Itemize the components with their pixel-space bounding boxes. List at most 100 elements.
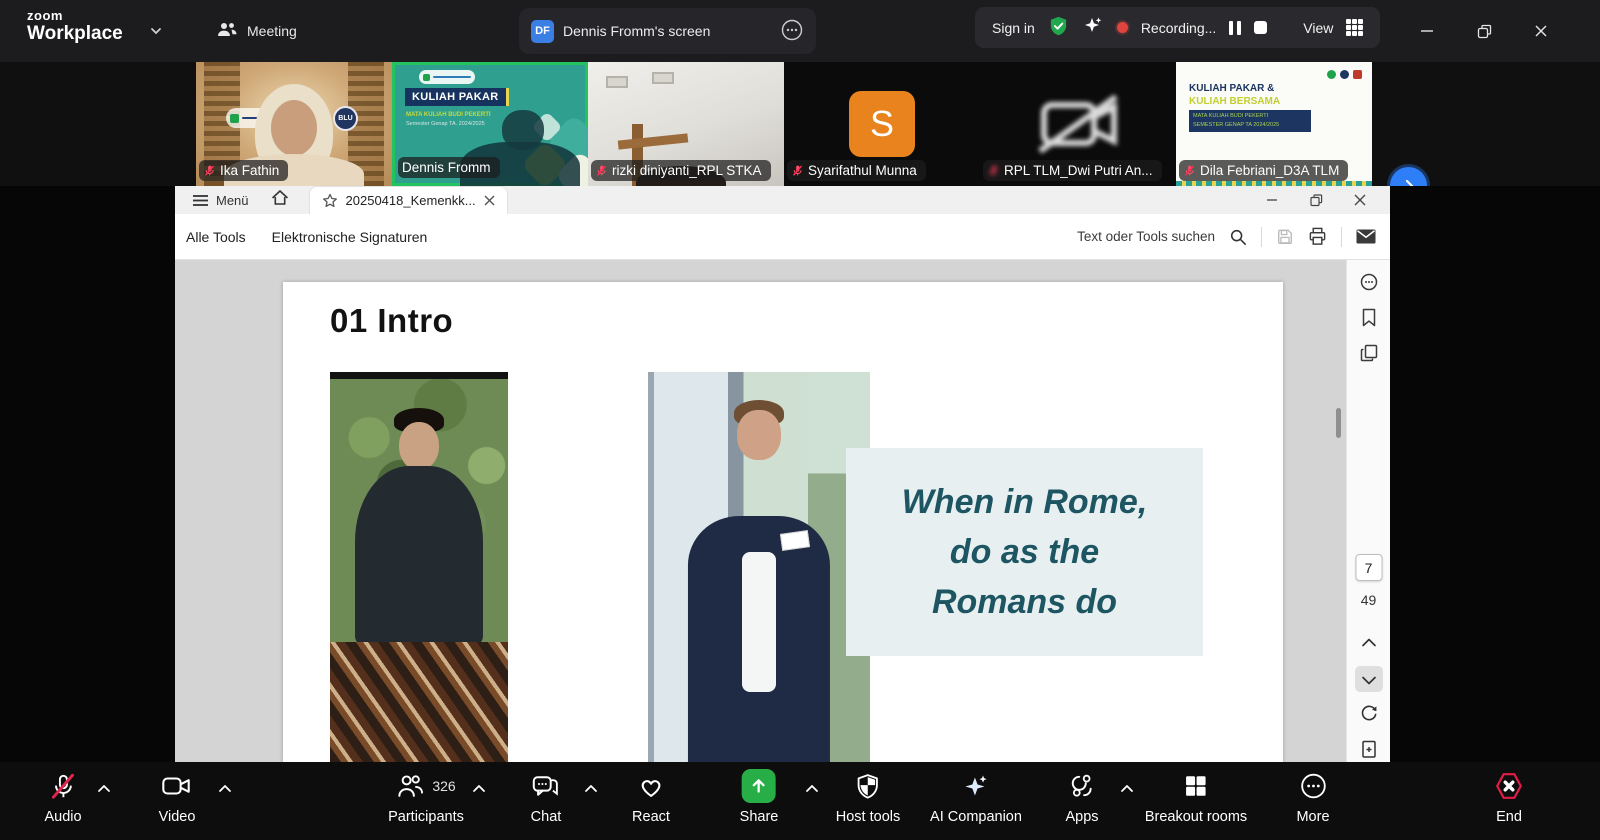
chat-icon bbox=[532, 773, 560, 799]
pdf-close-button[interactable] bbox=[1338, 186, 1382, 214]
next-page-chevron-down-icon[interactable] bbox=[1361, 672, 1376, 690]
window-minimize-button[interactable] bbox=[1405, 13, 1449, 49]
workspace-chevron-down-icon[interactable] bbox=[148, 23, 164, 44]
page-number-input[interactable]: 7 bbox=[1355, 554, 1382, 581]
pdf-restore-button[interactable] bbox=[1294, 186, 1338, 214]
stop-recording-button[interactable] bbox=[1254, 21, 1267, 34]
breakout-rooms-label: Breakout rooms bbox=[1145, 809, 1247, 825]
participant-name-tag: RPL TLM_Dwi Putri An... bbox=[983, 160, 1162, 181]
tab-meeting[interactable]: Meeting bbox=[204, 9, 309, 53]
participant-tile-rizki[interactable]: rizki diniyanti_RPL STKA bbox=[588, 62, 784, 186]
logo-zoom: zoom bbox=[27, 9, 123, 22]
rotate-refresh-icon[interactable] bbox=[1359, 704, 1378, 728]
app-titlebar: zoom Workplace Meeting DF Dennis Fromm's… bbox=[0, 0, 1600, 62]
end-meeting-button[interactable]: End bbox=[1494, 770, 1524, 825]
pdf-menu-button[interactable]: Menü bbox=[192, 193, 249, 208]
apps-options-caret[interactable] bbox=[1120, 780, 1134, 798]
overlay-subtitle2: Semester Genap TA. 2024/2025 bbox=[406, 121, 485, 127]
email-icon[interactable] bbox=[1356, 229, 1376, 244]
video-options-caret[interactable] bbox=[218, 780, 232, 798]
window-restore-button[interactable] bbox=[1462, 13, 1506, 49]
quote-box: When in Rome, do as the Romans do bbox=[846, 448, 1203, 656]
search-label[interactable]: Text oder Tools suchen bbox=[1077, 229, 1215, 244]
previous-page-chevron-up-icon[interactable] bbox=[1361, 634, 1376, 652]
tab-dennis-screen[interactable]: DF Dennis Fromm's screen bbox=[519, 8, 816, 54]
pause-recording-button[interactable] bbox=[1229, 21, 1241, 35]
pdf-right-rail: 7 49 bbox=[1346, 260, 1390, 762]
react-button[interactable]: React bbox=[632, 770, 670, 825]
apps-icon bbox=[1069, 773, 1096, 799]
pdf-minimize-button[interactable] bbox=[1250, 186, 1294, 214]
overlay-box: MATA KULIAH BUDI PEKERTI SEMESTER GENAP … bbox=[1189, 110, 1311, 132]
audio-button[interactable]: Audio bbox=[44, 770, 81, 825]
chat-options-caret[interactable] bbox=[584, 780, 598, 798]
avatar: DF bbox=[531, 20, 554, 43]
photo-business-suit bbox=[648, 372, 870, 762]
participant-name-tag: rizki diniyanti_RPL STKA bbox=[591, 160, 771, 181]
heart-icon bbox=[637, 773, 665, 799]
logo-workplace: Workplace bbox=[27, 24, 123, 43]
all-tools-button[interactable]: Alle Tools bbox=[186, 229, 246, 245]
print-icon[interactable] bbox=[1308, 227, 1327, 246]
more-button[interactable]: More bbox=[1296, 770, 1329, 825]
e-signatures-button[interactable]: Elektronische Signaturen bbox=[272, 229, 428, 245]
slide-heading: 01 Intro bbox=[330, 302, 453, 340]
comments-icon[interactable] bbox=[1359, 272, 1379, 297]
search-icon[interactable] bbox=[1229, 228, 1247, 246]
quote-line: When in Rome, bbox=[902, 477, 1148, 527]
ai-companion-button[interactable]: AI Companion bbox=[930, 770, 1022, 825]
muted-mic-icon bbox=[50, 773, 77, 800]
institution-logo bbox=[419, 70, 475, 84]
host-tools-button[interactable]: Host tools bbox=[836, 770, 900, 825]
view-button-label[interactable]: View bbox=[1303, 20, 1333, 36]
recording-dot-icon bbox=[1117, 22, 1128, 33]
home-icon[interactable] bbox=[271, 189, 289, 211]
participant-tile-dwi[interactable]: RPL TLM_Dwi Putri An... bbox=[980, 62, 1176, 186]
tab-dennis-label: Dennis Fromm's screen bbox=[563, 23, 710, 39]
participant-tile-dennis[interactable]: KULIAH PAKAR MATA KULIAH BUDI PEKERTI Se… bbox=[392, 62, 588, 186]
bookmark-icon[interactable] bbox=[1361, 308, 1377, 332]
copy-pages-icon[interactable] bbox=[1360, 344, 1378, 368]
participant-tile-dila[interactable]: KULIAH PAKAR & KULIAH BERSAMA MATA KULIA… bbox=[1176, 62, 1372, 186]
apps-button[interactable]: Apps bbox=[1065, 770, 1098, 825]
participant-tile-ika[interactable]: BLU Ika Fathin bbox=[196, 62, 392, 186]
muted-mic-icon bbox=[203, 164, 216, 177]
titlebar-status-cluster: Sign in Recording... View bbox=[975, 7, 1380, 48]
breakout-rooms-button[interactable]: Breakout rooms bbox=[1145, 770, 1247, 825]
share-options-caret[interactable] bbox=[805, 780, 819, 798]
tab-options-ellipsis-icon[interactable] bbox=[780, 18, 804, 45]
view-grid-icon[interactable] bbox=[1346, 19, 1363, 36]
camera-icon bbox=[162, 774, 192, 798]
pdf-document-title: 20250418_Kemenkk... bbox=[346, 193, 476, 208]
participants-options-caret[interactable] bbox=[472, 780, 486, 798]
video-thumbnail-strip: BLU Ika Fathin KULIAH PAKAR MATA KULIAH … bbox=[0, 62, 1600, 186]
end-hexagon-icon bbox=[1494, 772, 1524, 800]
close-tab-icon[interactable] bbox=[484, 195, 495, 206]
ai-companion-sparkle-icon bbox=[962, 773, 990, 800]
overlay-subtitle: MATA KULIAH BUDI PEKERTI bbox=[406, 112, 491, 118]
save-icon[interactable] bbox=[1276, 228, 1294, 246]
blu-logo: BLU bbox=[333, 106, 358, 131]
end-label: End bbox=[1496, 809, 1522, 825]
share-button[interactable]: Share bbox=[740, 770, 779, 825]
pdf-document-tab[interactable]: 20250418_Kemenkk... bbox=[309, 186, 508, 214]
page-view-icon[interactable] bbox=[1361, 740, 1377, 764]
tab-meeting-label: Meeting bbox=[247, 23, 297, 39]
participant-name-tag: Dila Febriani_D3A TLM bbox=[1179, 160, 1348, 181]
camera-off-icon bbox=[1030, 91, 1126, 157]
pdf-scrollbar-thumb[interactable] bbox=[1336, 408, 1341, 438]
shared-screen-area: Menü 20250418_Kemenkk... Alle Tools bbox=[0, 186, 1600, 762]
participant-name-tag: Syarifathul Munna bbox=[787, 160, 926, 181]
overlay-title: KULIAH PAKAR & bbox=[1189, 83, 1274, 94]
chat-button[interactable]: Chat bbox=[531, 770, 562, 825]
window-close-button[interactable] bbox=[1519, 13, 1563, 49]
ai-sparkle-icon[interactable] bbox=[1082, 15, 1104, 40]
security-shield-icon[interactable] bbox=[1048, 15, 1069, 40]
sign-in-button[interactable]: Sign in bbox=[992, 20, 1035, 36]
apps-label: Apps bbox=[1065, 809, 1098, 825]
video-button[interactable]: Video bbox=[159, 770, 196, 825]
participant-tile-syarifathul[interactable]: S Syarifathul Munna bbox=[784, 62, 980, 186]
participants-button[interactable]: 326 Participants bbox=[388, 770, 464, 825]
audio-options-caret[interactable] bbox=[97, 780, 111, 798]
participants-count: 326 bbox=[432, 778, 455, 794]
